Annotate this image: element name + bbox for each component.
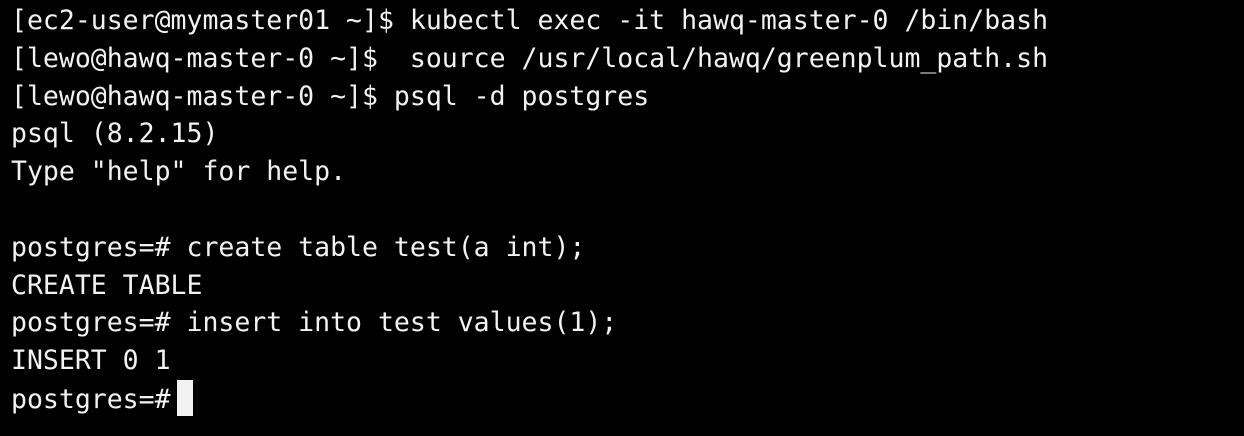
terminal-prompt: postgres=#: [11, 383, 171, 415]
terminal-line-kubectl-command: [ec2-user@mymaster01 ~]$ kubectl exec -i…: [11, 5, 1049, 36]
terminal-line-psql-command: [lewo@hawq-master-0 ~]$ psql -d postgres: [11, 80, 650, 112]
terminal-line-source-command: [lewo@hawq-master-0 ~]$ source /usr/loca…: [11, 42, 1049, 74]
terminal-line-create-table-result: CREATE TABLE: [11, 269, 203, 301]
terminal-line-insert-result: INSERT 0 1: [11, 345, 171, 377]
terminal-line-create-table-command: postgres=# create table test(a int);: [11, 231, 586, 263]
terminal-prompt-line[interactable]: postgres=#: [11, 379, 1244, 418]
terminal-line-psql-version: psql (8.2.15): [11, 118, 219, 150]
terminal-window[interactable]: [ec2-user@mymaster01 ~]$ kubectl exec -i…: [0, 0, 1244, 436]
terminal-line-insert-command: postgres=# insert into test values(1);: [11, 307, 618, 339]
terminal-line-help-hint: Type "help" for help.: [11, 156, 347, 188]
terminal-cursor[interactable]: [176, 379, 193, 416]
